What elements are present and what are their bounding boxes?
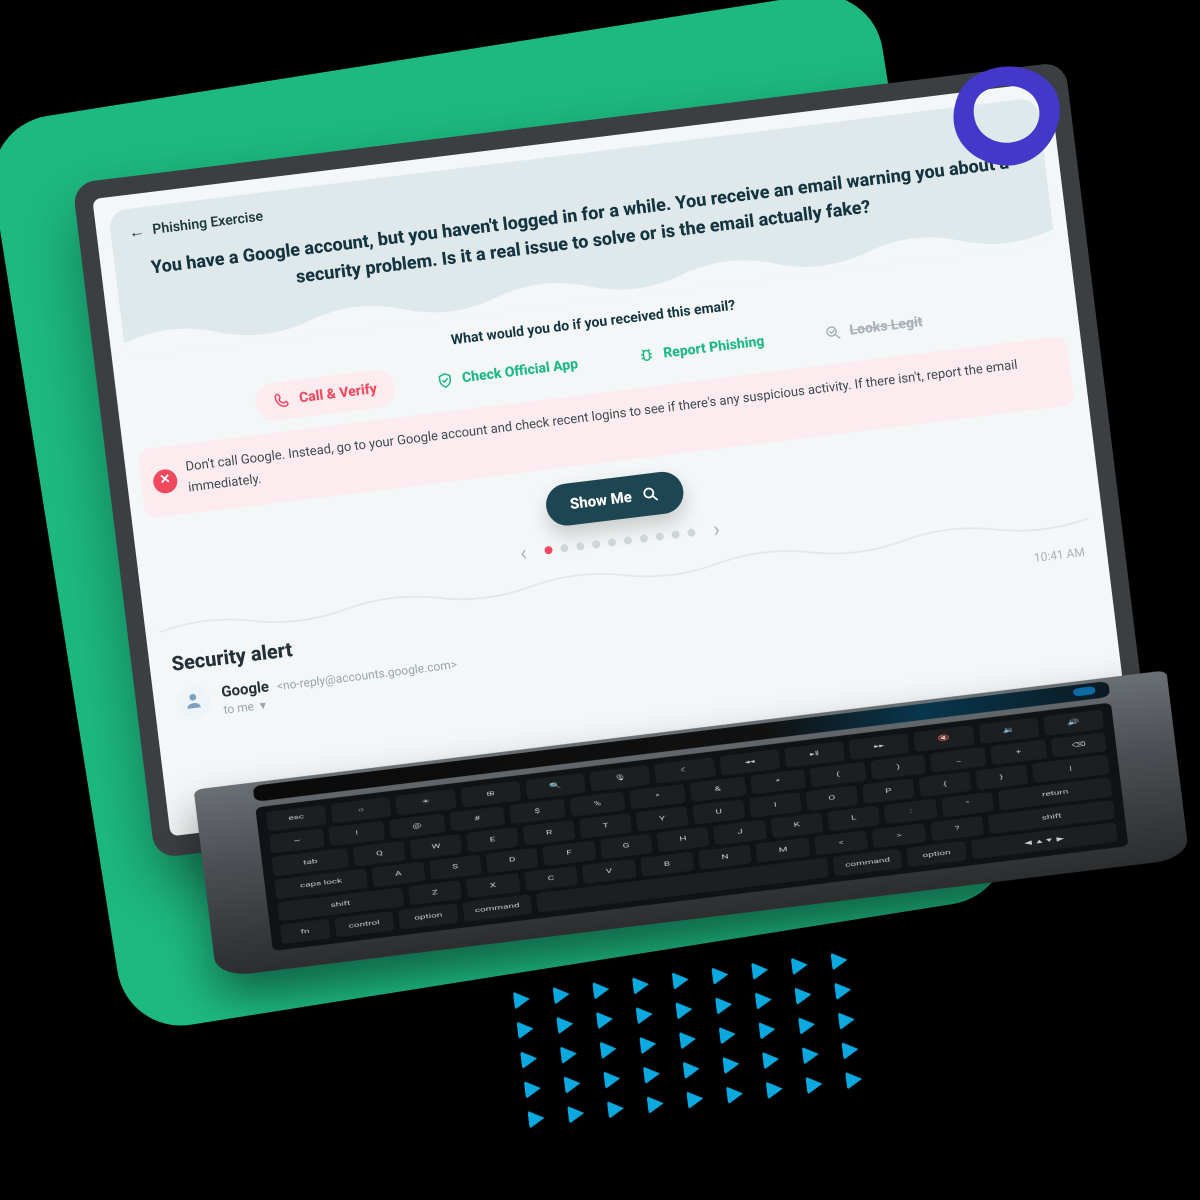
pager-dot[interactable] [592, 540, 601, 549]
show-me-label: Show Me [569, 487, 633, 512]
person-icon [182, 689, 205, 716]
pager-dot[interactable] [544, 546, 553, 555]
touch-id-icon [1073, 686, 1096, 697]
magnifier-icon [640, 484, 660, 504]
pager-dot[interactable] [560, 544, 569, 553]
pager-dot[interactable] [655, 532, 664, 541]
sender-avatar [175, 684, 213, 722]
bug-report-icon [636, 346, 656, 366]
choice-label: Looks Legit [849, 314, 924, 339]
pager-dot[interactable] [639, 534, 648, 543]
pager-dot[interactable] [671, 530, 680, 539]
recipient-label: to me [223, 699, 255, 717]
choice-looks-legit[interactable]: Looks Legit [804, 301, 943, 355]
chevron-left-icon[interactable]: ‹ [511, 540, 536, 568]
pager-dot[interactable] [623, 536, 632, 545]
shield-check-icon [435, 370, 455, 390]
email-subject: Security alert [170, 637, 294, 676]
close-circle-icon: ✕ [152, 468, 179, 495]
pager-dot[interactable] [608, 538, 617, 547]
phone-icon [272, 390, 292, 410]
chevron-down-icon: ▾ [259, 697, 267, 712]
choice-check-official-app[interactable]: Check Official App [416, 343, 598, 402]
choice-label: Call & Verify [298, 381, 378, 406]
email-timestamp: 10:41 AM [1033, 544, 1085, 564]
pager-dots [544, 528, 696, 554]
choice-call-verify[interactable]: Call & Verify [253, 368, 397, 423]
pager-dot[interactable] [687, 528, 696, 537]
breadcrumb-label: Phishing Exercise [152, 209, 264, 238]
search-check-icon [823, 323, 843, 343]
choice-report-phishing[interactable]: Report Phishing [617, 320, 784, 378]
pager-dot[interactable] [576, 542, 585, 551]
decorative-triangles [513, 949, 875, 1128]
arrow-left-icon: ← [128, 223, 146, 241]
show-me-button[interactable]: Show Me [544, 469, 686, 528]
choice-label: Report Phishing [662, 333, 765, 361]
choice-label: Check Official App [461, 356, 579, 386]
chevron-right-icon[interactable]: › [704, 516, 729, 544]
brand-play-logo [940, 60, 1070, 175]
